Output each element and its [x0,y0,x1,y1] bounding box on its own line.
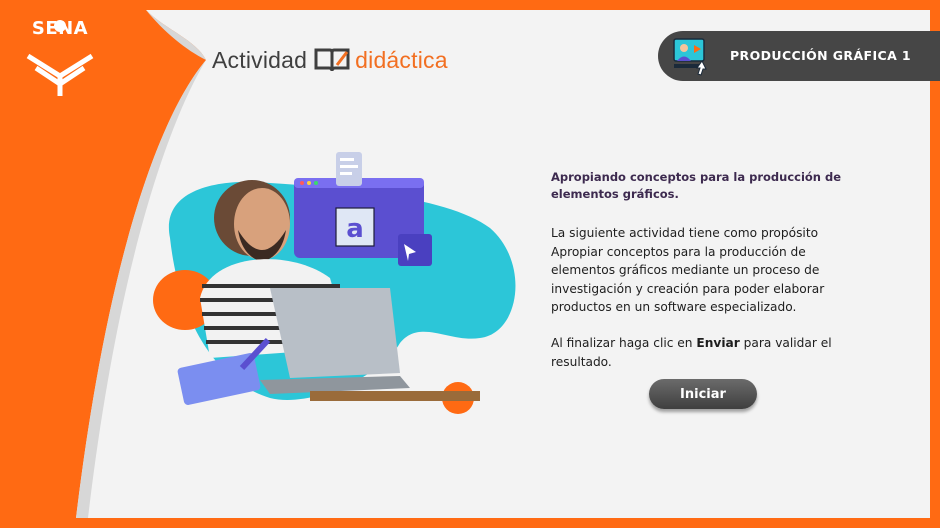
instructions-highlight: Enviar [696,336,740,350]
sena-logo-icon [26,20,94,96]
instructions-prefix: Al finalizar haga clic en [551,336,697,350]
brand-word-activity: Actividad [212,46,308,73]
activity-description: La siguiente actividad tiene como propós… [551,226,825,314]
open-book-icon [314,48,350,72]
slide: SENA Actividad didáctica PRODUCCIÓN GRÁF… [0,0,940,528]
canvas-letter: a [346,214,364,244]
course-badge: PRODUCCIÓN GRÁFICA 1 [658,31,940,81]
activity-brand: Actividad didáctica [212,44,448,76]
brand-word-didactic: didáctica [355,46,448,73]
course-label: PRODUCCIÓN GRÁFICA 1 [730,48,912,63]
activity-instructions: Al finalizar haga clic en Enviar para va… [551,334,851,371]
activity-title: Apropiando conceptos para la producción … [551,170,842,201]
hero-illustration: a [153,152,516,414]
start-button[interactable]: Iniciar [649,379,757,409]
sena-logo: SENA [20,18,100,96]
designer-workstation-icon [673,38,707,76]
